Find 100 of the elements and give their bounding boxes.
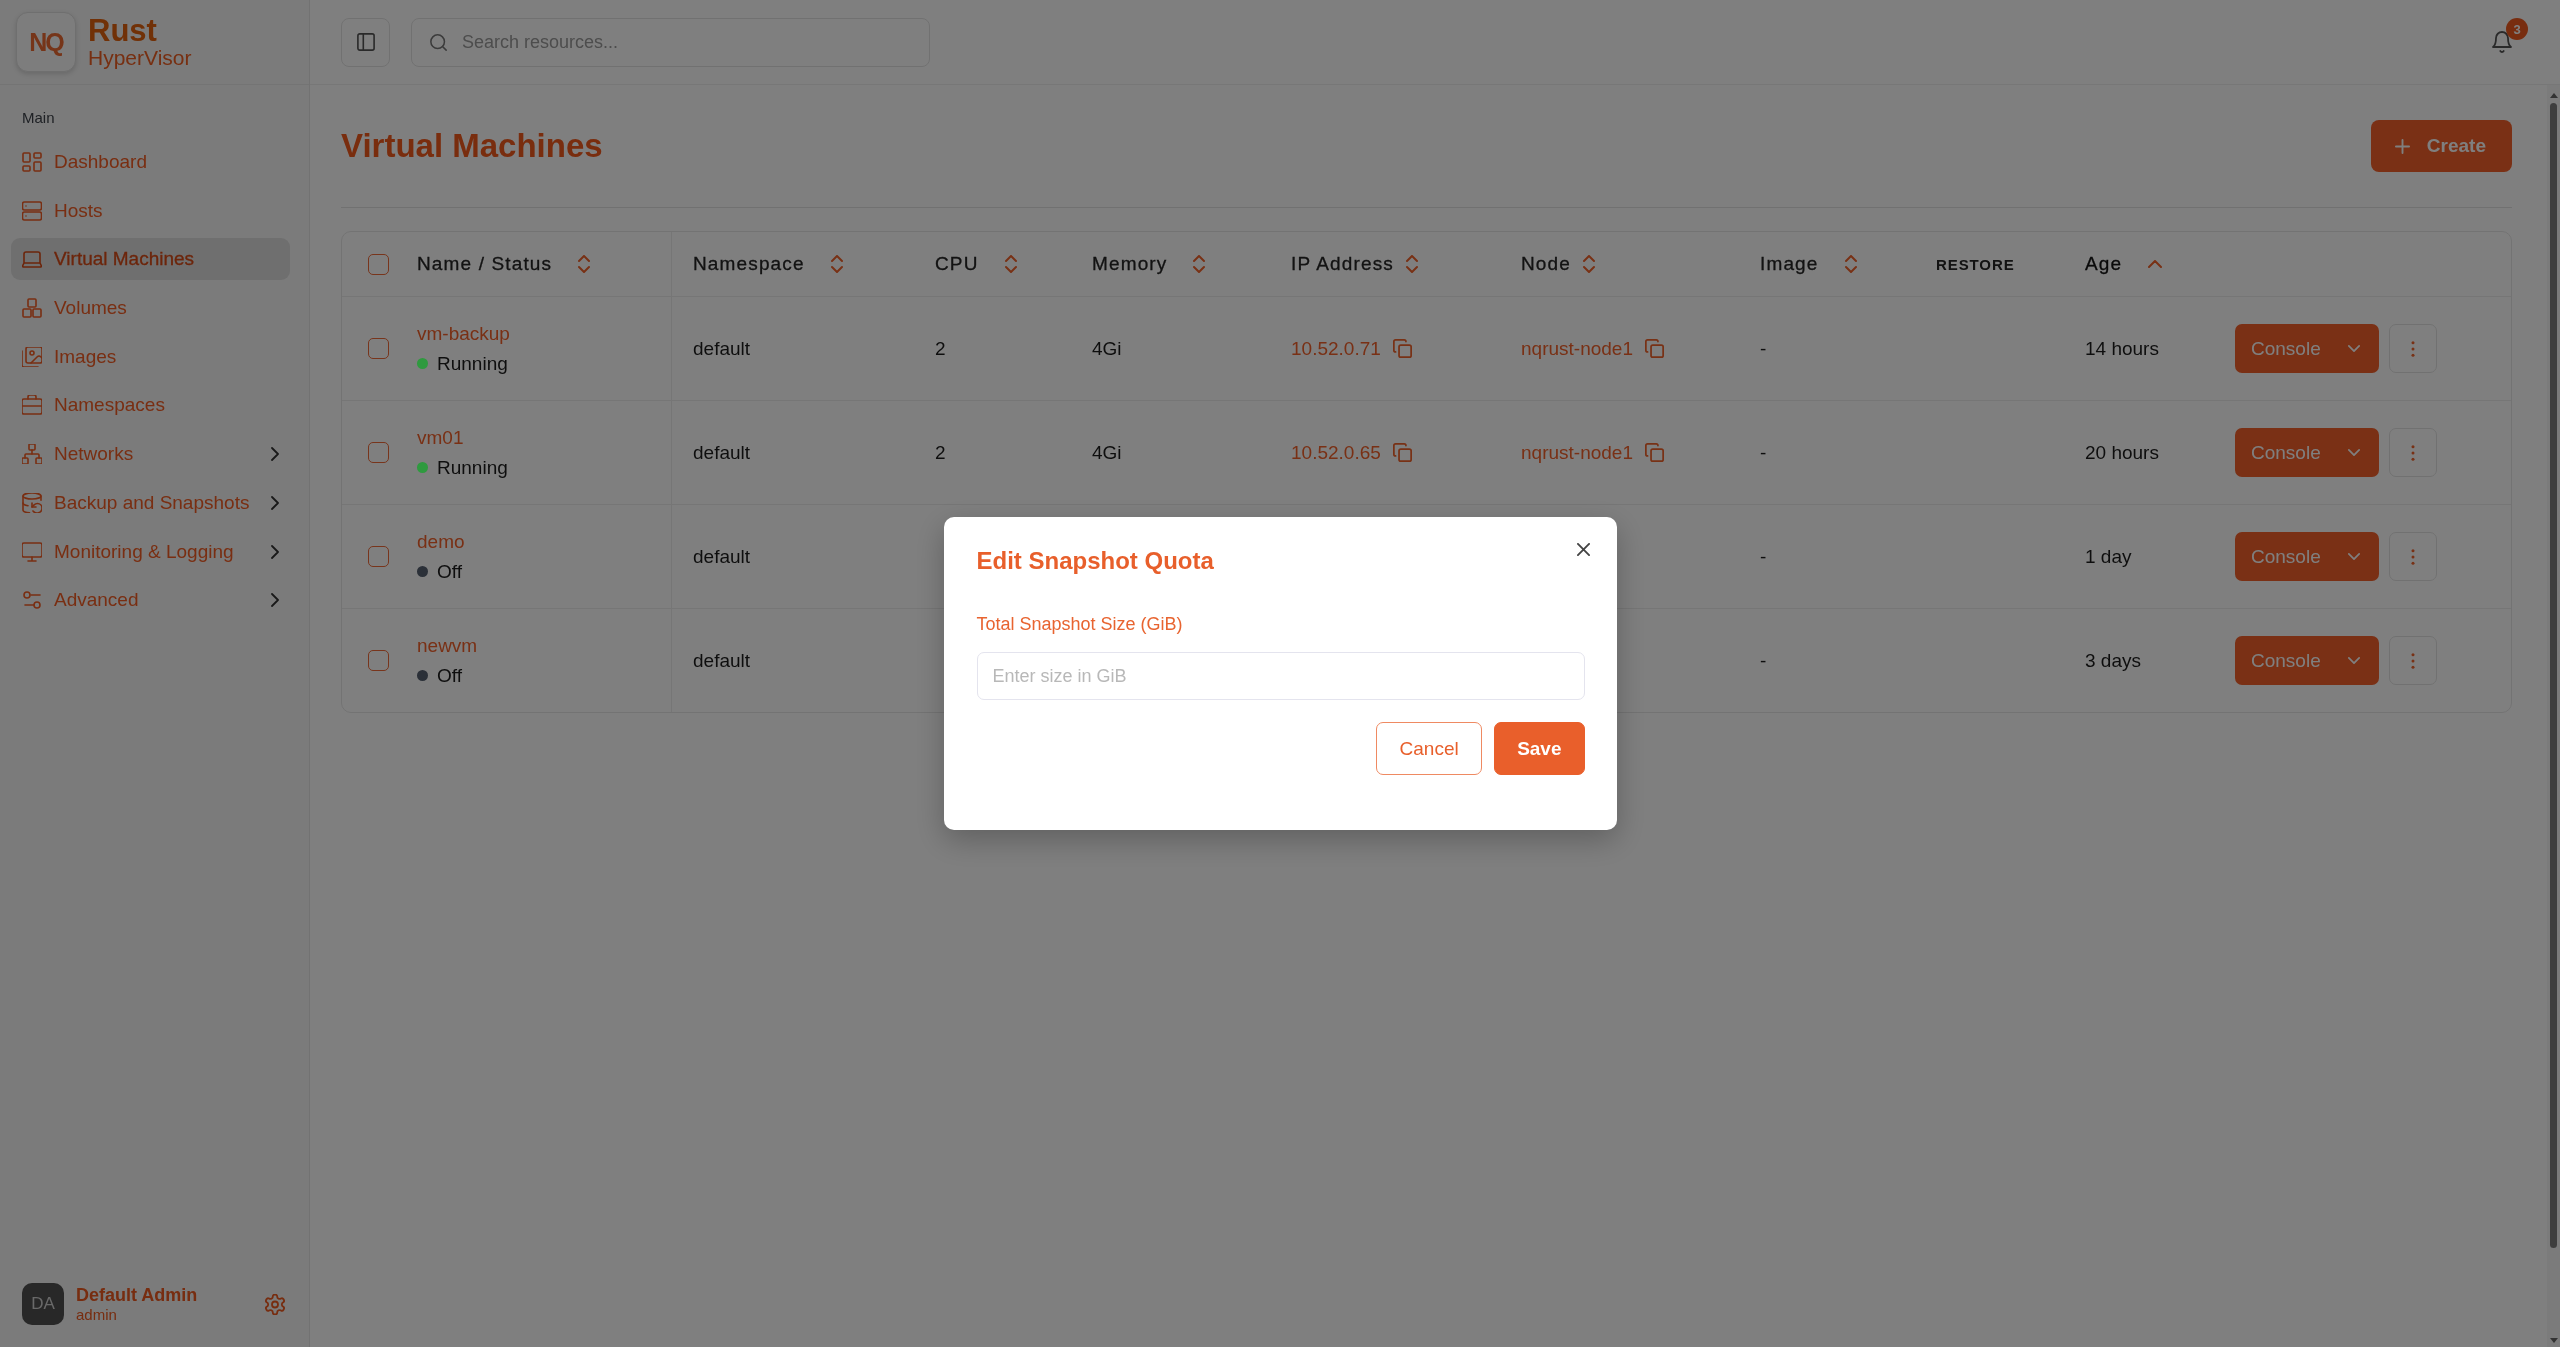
column-header[interactable]: Age (2085, 253, 2123, 275)
table-cell: default (693, 337, 751, 360)
table-cell: 2 (935, 441, 946, 464)
create-button[interactable]: Create (2370, 120, 2512, 172)
status-text: Off (437, 560, 462, 583)
field-label: Total Snapshot Size (GiB) (976, 613, 1184, 636)
vertical-dots-icon (2411, 652, 2415, 669)
search-icon (430, 33, 447, 51)
column-header[interactable]: Image (1760, 253, 1819, 275)
console-button[interactable]: Console (2235, 324, 2379, 373)
ip-address-link[interactable]: 10.52.0.71 (1291, 337, 1381, 360)
sidebar-item[interactable]: Networks (11, 433, 290, 476)
scrollbar[interactable] (2547, 85, 2560, 1347)
vm-name-link[interactable]: vm-backup (417, 322, 510, 345)
sliders-icon (22, 590, 42, 611)
cancel-button[interactable]: Cancel (1376, 722, 1483, 775)
table-cell: 14 hours (2085, 337, 2159, 360)
images-icon (22, 346, 42, 367)
more-button[interactable] (2389, 428, 2437, 477)
logo: NQ (16, 12, 76, 72)
checkbox[interactable] (368, 650, 389, 671)
save-button[interactable]: Save (1494, 722, 1585, 775)
sidebar-item[interactable]: Monitoring & Logging (11, 530, 290, 573)
dialog-title: Edit Snapshot Quota (976, 546, 1215, 576)
table-cell: 4Gi (1092, 337, 1122, 360)
copy-icon[interactable] (1392, 443, 1412, 462)
more-button[interactable] (2389, 324, 2437, 373)
grid-icon (22, 152, 42, 172)
console-button[interactable]: Console (2235, 532, 2379, 581)
sidebar-item[interactable]: Backup and Snapshots (11, 481, 290, 524)
brand-subtitle: HyperVisor (88, 47, 192, 71)
laptop-icon (22, 249, 42, 270)
console-button[interactable]: Console (2235, 428, 2379, 477)
sidebar-item[interactable]: Virtual Machines (11, 238, 290, 281)
chevron-down-icon (2348, 657, 2360, 664)
column-header[interactable]: Name / Status (417, 253, 553, 275)
settings-icon[interactable] (265, 1293, 285, 1315)
vm-name-link[interactable]: vm01 (417, 426, 464, 449)
table-cell: - (1760, 441, 1767, 464)
input-field[interactable]: Enter size in GiB (976, 652, 1585, 700)
checkbox[interactable] (368, 546, 389, 567)
table-cell: default (693, 649, 751, 672)
more-button[interactable] (2389, 636, 2437, 685)
sidebar-item[interactable]: Advanced (11, 579, 290, 622)
column-header[interactable]: Node (1521, 253, 1571, 275)
table-cell: 3 days (2085, 649, 2141, 672)
table-cell: 1 day (2085, 545, 2132, 568)
chevron-down-icon (2348, 553, 2360, 560)
ip-address-link[interactable]: 10.52.0.65 (1291, 441, 1381, 464)
vm-name-link[interactable]: newvm (417, 634, 478, 657)
checkbox[interactable] (368, 442, 389, 463)
sidebar-item[interactable]: Dashboard (11, 141, 290, 183)
more-button[interactable] (2389, 532, 2437, 581)
server-icon (22, 200, 42, 221)
vertical-dots-icon (2411, 340, 2415, 357)
column-header: RESTORE (1936, 255, 2015, 273)
scrollbar-thumb[interactable] (2550, 103, 2557, 1248)
notification-badge: 3 (2506, 18, 2528, 40)
scroll-down-arrow-icon[interactable] (2549, 1338, 2558, 1343)
section-label: Main (22, 109, 56, 127)
vertical-dots-icon (2411, 444, 2415, 461)
checkbox[interactable] (368, 338, 389, 359)
node-link[interactable]: nqrust-node1 (1521, 441, 1633, 464)
table-cell: - (1760, 545, 1767, 568)
vm-name-link[interactable]: demo (417, 530, 465, 553)
table-cell: - (1760, 649, 1767, 672)
column-header[interactable]: CPU (935, 253, 979, 275)
page-title: Virtual Machines (341, 127, 603, 165)
status-text: Off (437, 664, 462, 687)
checkbox[interactable] (368, 253, 389, 275)
scroll-up-arrow-icon[interactable] (2549, 93, 2558, 98)
sidebar-item[interactable]: Images (11, 335, 290, 378)
boxes-icon (22, 298, 42, 319)
sidebar-toggle-button[interactable] (341, 17, 390, 67)
table-cell: default (693, 441, 751, 464)
plus-icon (2394, 138, 2410, 154)
database-icon (22, 492, 42, 513)
sidebar-item[interactable]: Volumes (11, 287, 290, 330)
sidebar-item[interactable]: Hosts (11, 189, 290, 232)
table-cell: 4Gi (1092, 441, 1122, 464)
panel-icon (356, 33, 375, 51)
table-cell: 20 hours (2085, 441, 2159, 464)
table-cell: - (1760, 337, 1767, 360)
copy-icon[interactable] (1644, 443, 1664, 462)
copy-icon[interactable] (1392, 339, 1412, 358)
sidebar-item[interactable]: Namespaces (11, 384, 290, 427)
chevron-down-icon (2348, 345, 2360, 352)
table-cell: default (693, 545, 751, 568)
column-header[interactable]: IP Address (1291, 253, 1394, 275)
monitor-icon (22, 541, 42, 562)
network-icon (22, 444, 42, 465)
copy-icon[interactable] (1644, 339, 1664, 358)
avatar: DA (22, 1283, 64, 1325)
bell-icon[interactable] (2492, 31, 2512, 53)
console-button[interactable]: Console (2235, 636, 2379, 685)
close-icon[interactable] (1576, 543, 1590, 556)
column-header[interactable]: Namespace (693, 253, 805, 275)
column-header[interactable]: Memory (1092, 253, 1168, 275)
node-link[interactable]: nqrust-node1 (1521, 337, 1633, 360)
status-text: Running (437, 352, 508, 375)
